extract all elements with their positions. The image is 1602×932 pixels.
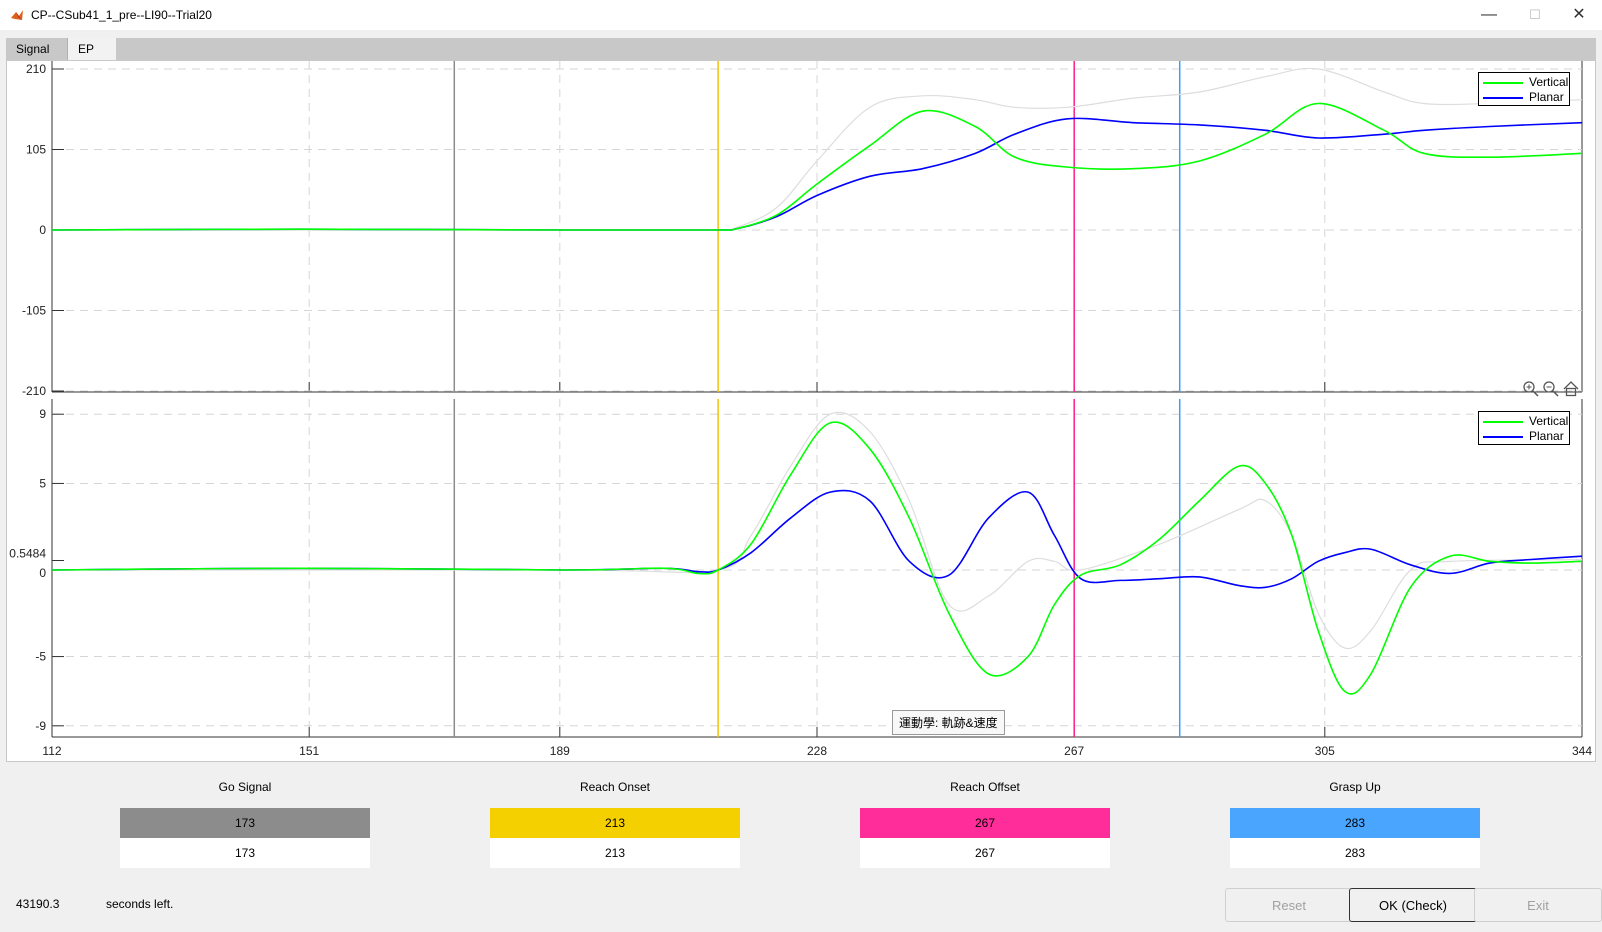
legend-swatch-vertical: [1483, 421, 1523, 423]
event-color-bar: 213: [490, 808, 740, 838]
legend-swatch-planar: [1483, 436, 1523, 438]
event-color-bar: 173: [120, 808, 370, 838]
event-title: Go Signal: [218, 780, 272, 794]
y-tick-label: 0: [39, 223, 46, 237]
timer-label: seconds left.: [106, 897, 174, 911]
legend-top: Vertical Planar: [1478, 72, 1570, 106]
x-tick-label: 344: [1572, 744, 1592, 758]
y-tick-label: 5: [39, 476, 46, 490]
legend-label-vertical: Vertical: [1529, 414, 1569, 428]
x-tick-label: 267: [1064, 744, 1084, 758]
zoom-in-icon[interactable]: [1522, 380, 1540, 398]
legend-label-planar: Planar: [1529, 90, 1564, 104]
legend-label-planar: Planar: [1529, 429, 1564, 443]
event-color-bar: 283: [1230, 808, 1480, 838]
y-tick-label: -5: [35, 650, 46, 664]
y-tick-label: 210: [26, 62, 46, 76]
legend-label-vertical: Vertical: [1529, 75, 1569, 89]
reset-button[interactable]: Reset: [1225, 888, 1353, 922]
event-title: Reach Offset: [950, 780, 1020, 794]
x-tick-label: 189: [550, 744, 570, 758]
x-tick-label: 228: [807, 744, 827, 758]
legend-swatch-vertical: [1483, 82, 1523, 84]
x-tick-label: 112: [42, 744, 61, 758]
y-tick-label: 0.5484: [9, 547, 46, 561]
event-value-field[interactable]: 267: [860, 838, 1110, 868]
exit-button[interactable]: Exit: [1474, 888, 1602, 922]
event-value-field[interactable]: 283: [1230, 838, 1480, 868]
y-tick-label: 105: [26, 143, 46, 157]
ok-check-button[interactable]: OK (Check): [1349, 888, 1477, 922]
event-title: Grasp Up: [1329, 780, 1381, 794]
y-tick-label: -9: [35, 719, 46, 733]
legend-bottom: Vertical Planar: [1478, 411, 1570, 445]
legend-swatch-planar: [1483, 97, 1523, 99]
timer-value: 43190.3: [16, 897, 60, 911]
plot-canvas: 210 105 0 -105 -210 9 5 0.5484 0 -5 -9 112 151 189 228…: [9, 61, 1592, 758]
event-value-field[interactable]: 173: [120, 838, 370, 868]
x-tick-label: 151: [299, 744, 319, 758]
x-tick-label: 305: [1315, 744, 1335, 758]
y-tick-label: -210: [22, 384, 46, 398]
zoom-out-icon[interactable]: [1542, 380, 1560, 398]
event-title: Reach Onset: [579, 780, 651, 794]
y-tick-label: 9: [39, 407, 46, 421]
event-color-bar: 267: [860, 808, 1110, 838]
event-value-field[interactable]: 213: [490, 838, 740, 868]
plot-tooltip: 運動學: 軌跡&速度: [892, 710, 1005, 735]
home-icon[interactable]: [1562, 380, 1580, 398]
y-tick-label: -105: [22, 304, 46, 318]
y-tick-label: 0: [39, 566, 46, 580]
